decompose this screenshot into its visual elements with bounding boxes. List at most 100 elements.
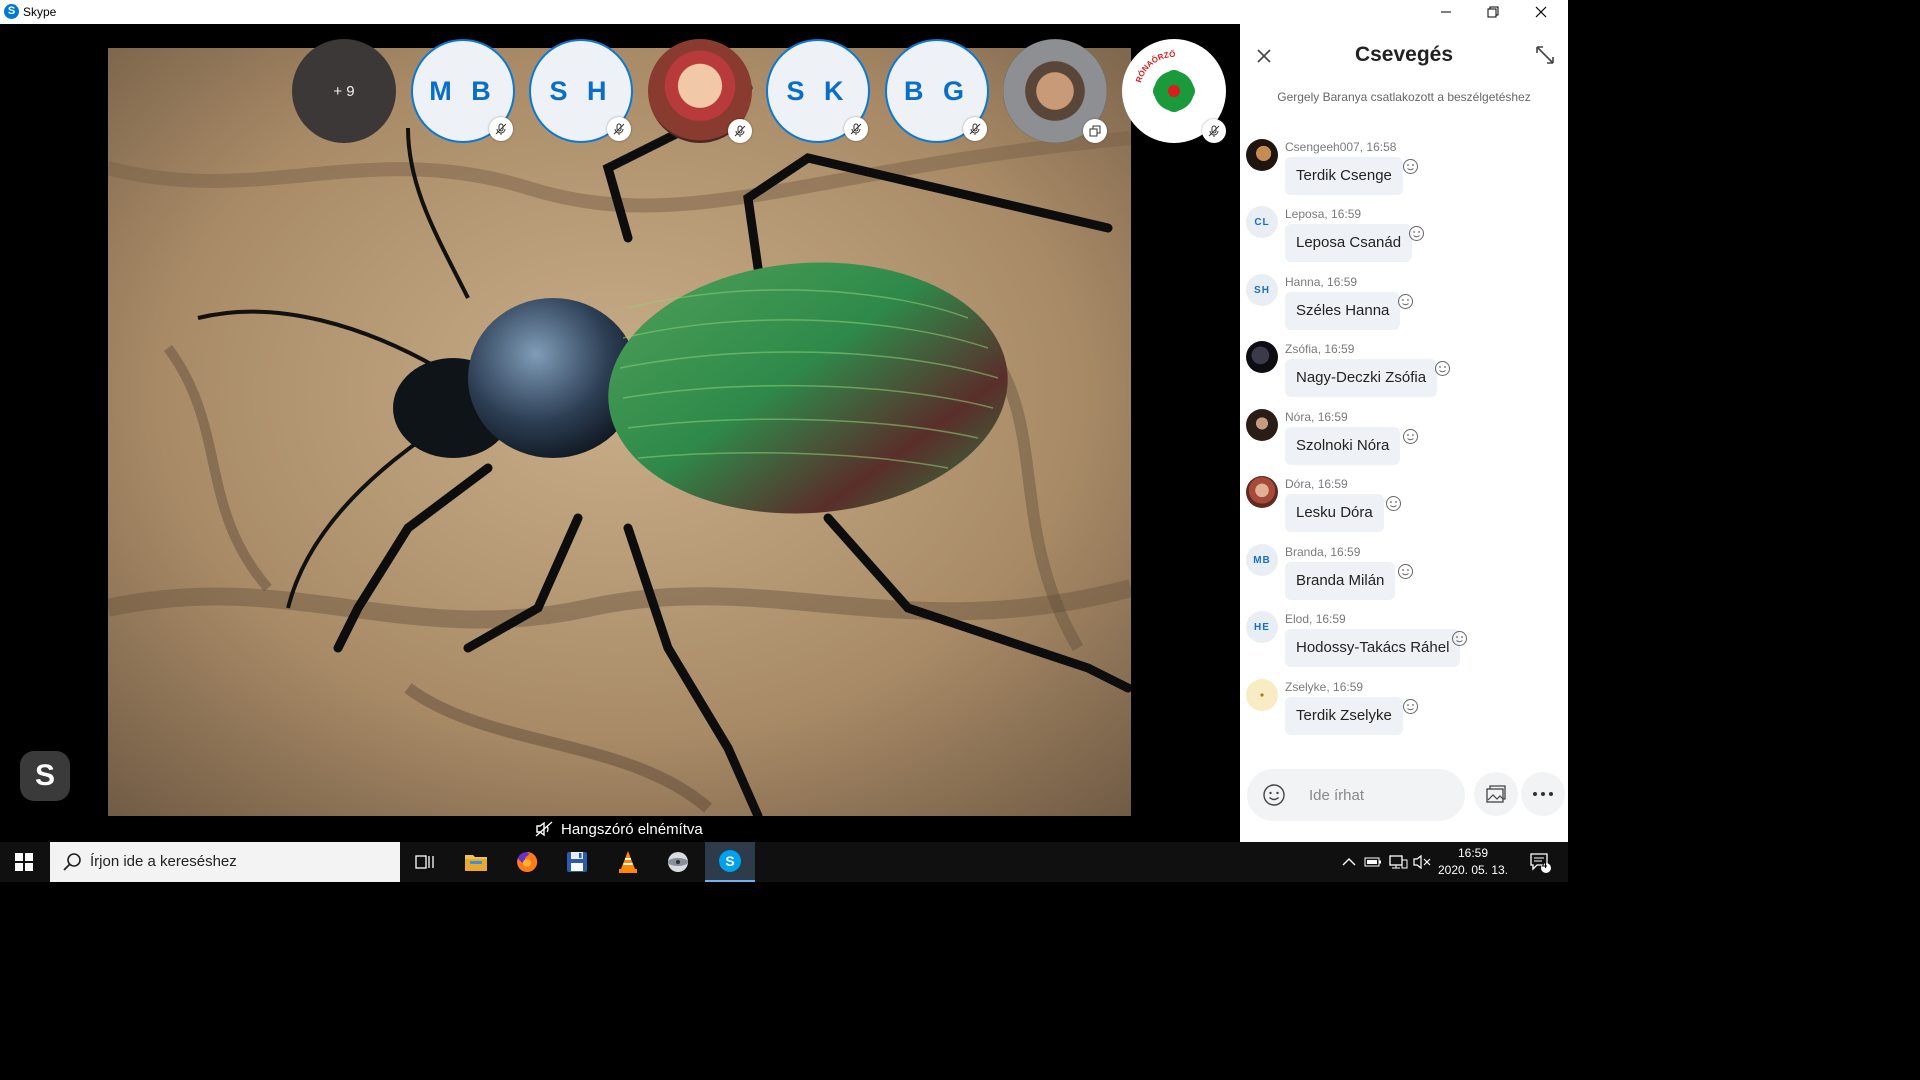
message-meta: Nóra, 16:59 [1285,410,1348,424]
window-title: Skype [23,5,57,19]
network-button[interactable] [1386,842,1410,882]
vlc-button[interactable] [603,842,653,882]
skype-taskbar-button[interactable]: S [705,842,755,882]
system-message: Gergely Baranya csatlakozott a beszélget… [1277,90,1531,104]
message-meta: Leposa, 16:59 [1285,207,1362,221]
speaker-muted-indicator: Hangszóró elnémítva [535,818,703,840]
volume-button[interactable] [1410,842,1434,882]
avatar[interactable] [1246,341,1278,373]
add-reaction-icon[interactable] [1397,293,1414,310]
add-reaction-icon[interactable] [1408,225,1425,242]
avatar[interactable]: SH [1246,274,1278,306]
start-button[interactable] [0,842,48,882]
speaker-muted-text: Hangszóró elnémítva [561,820,703,838]
avatar[interactable]: MB [1246,544,1278,576]
message-composer [1247,769,1465,821]
taskbar-search[interactable]: Írjon ide a kereséshez [50,842,400,882]
minimize-button[interactable] [1423,0,1469,24]
media-app-button[interactable] [653,842,703,882]
avatar[interactable] [1246,139,1278,171]
action-center-button[interactable]: 4 [1520,842,1560,882]
add-reaction-icon[interactable] [1402,158,1419,175]
avatar[interactable] [1246,476,1278,508]
svg-text:S: S [725,853,734,869]
skype-logo-icon: S [4,4,19,19]
add-reaction-icon[interactable] [1397,563,1414,580]
file-explorer-button[interactable] [451,842,501,882]
mic-muted-icon [607,117,631,141]
message-meta: Branda, 16:59 [1285,545,1361,559]
share-media-button[interactable] [1474,772,1518,816]
chat-panel: Csevegés Gergely Baranya csatlakozott a … [1240,24,1568,842]
add-reaction-icon[interactable] [1402,428,1419,445]
search-icon [63,853,81,871]
vlc-cone-icon [619,851,637,873]
emoji-icon[interactable] [1262,783,1286,807]
more-options-button[interactable] [1521,772,1565,816]
skype-mini-button[interactable]: S [20,751,70,801]
task-view-button[interactable] [400,842,450,882]
notification-count: 4 [1542,860,1548,870]
message-bubble[interactable]: Szolnoki Nóra [1285,427,1401,465]
add-reaction-icon[interactable] [1434,360,1451,377]
message-bubble[interactable]: Nagy-Deczki Zsófia [1285,359,1438,397]
participant-avatar[interactable] [1003,39,1107,143]
message-meta: Elod, 16:59 [1285,612,1346,626]
message-bubble[interactable]: Branda Milán [1285,562,1396,600]
chat-title: Csevegés [1354,43,1454,66]
volume-muted-icon [1413,854,1431,870]
shared-video [108,48,1131,816]
message-bubble[interactable]: Leposa Csanád [1285,224,1413,262]
notification-icon [1530,853,1551,873]
close-window-button[interactable] [1518,0,1564,24]
chevron-up-icon [1342,858,1356,866]
participant-avatar[interactable]: S K [766,39,870,143]
network-icon [1389,855,1408,869]
expand-chat-button[interactable] [1534,44,1556,66]
participant-avatar[interactable]: S H [529,39,633,143]
list-item: Csengeeh007, 16:58 Terdik Csenge [1240,136,1568,203]
avatar[interactable] [1246,679,1278,711]
message-meta: Zselyke, 16:59 [1285,680,1364,694]
list-item: Zselyke, 16:59 Terdik Zselyke [1240,676,1568,743]
list-item: HE Elod, 16:59 Hodossy-Takács Ráhel [1240,608,1568,675]
mic-muted-icon [963,117,987,141]
add-reaction-icon[interactable] [1385,495,1402,512]
firefox-button[interactable] [502,842,552,882]
speaker-muted-icon [535,821,553,837]
restore-button[interactable] [1470,0,1516,24]
message-bubble[interactable]: Széles Hanna [1285,292,1401,330]
message-bubble[interactable]: Hodossy-Takács Ráhel [1285,629,1461,667]
task-view-icon [415,855,434,869]
more-participants-button[interactable]: + 9 [292,39,396,143]
folder-icon [465,855,487,871]
avatar[interactable] [1246,409,1278,441]
message-bubble[interactable]: Terdik Csenge [1285,157,1403,195]
list-item: Dóra, 16:59 Lesku Dóra [1240,473,1568,540]
add-reaction-icon[interactable] [1402,698,1419,715]
message-input[interactable] [1309,783,1449,807]
participant-avatar[interactable] [648,39,752,143]
add-reaction-icon[interactable] [1451,630,1468,647]
more-dots-icon [1533,792,1553,796]
skype-icon: S [719,850,741,872]
avatar[interactable]: HE [1246,611,1278,643]
participant-avatar[interactable]: M B [411,39,515,143]
participant-avatar[interactable]: RÓNAŐRZŐ [1122,39,1226,143]
battery-button[interactable] [1362,842,1384,882]
save-app-button[interactable] [552,842,602,882]
participant-strip: + 9 M B S H S K B G RÓNAŐRZŐ [292,39,1232,143]
avatar[interactable]: CL [1246,206,1278,238]
list-item: SH Hanna, 16:59 Széles Hanna [1240,271,1568,338]
message-meta: Csengeeh007, 16:58 [1285,140,1397,154]
mic-muted-icon [844,117,868,141]
mic-muted-icon [1202,119,1226,143]
clock-time: 16:59 [1457,846,1489,860]
message-bubble[interactable]: Terdik Zselyke [1285,697,1403,735]
mic-muted-icon [489,117,513,141]
show-hidden-icons-button[interactable] [1338,842,1360,882]
taskbar-clock[interactable]: 16:59 2020. 05. 13. [1432,845,1514,879]
message-bubble[interactable]: Lesku Dóra [1285,494,1384,532]
floppy-disk-icon [567,852,587,872]
participant-avatar[interactable]: B G [885,39,989,143]
